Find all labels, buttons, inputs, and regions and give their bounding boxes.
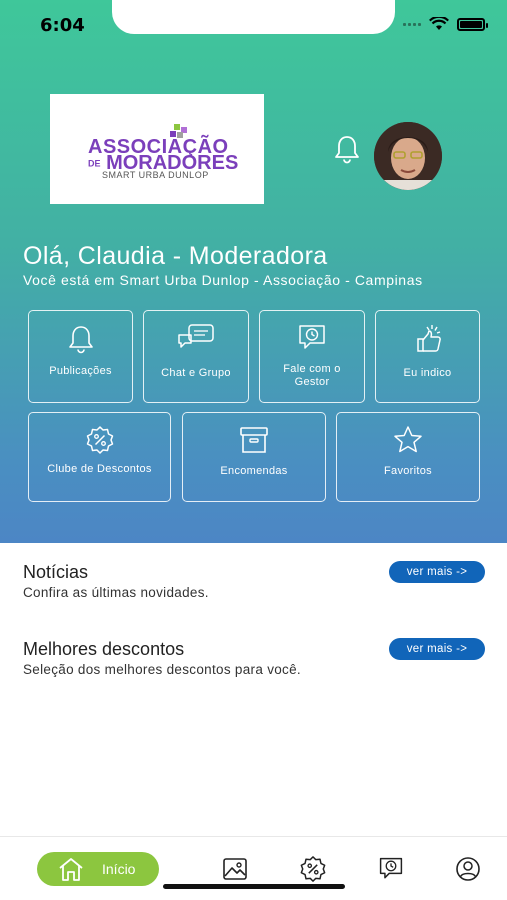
news-see-more-button[interactable]: ver mais ->	[389, 561, 485, 583]
nav-home-label: Início	[102, 861, 136, 877]
location-text: Você está em Smart Urba Dunlop - Associa…	[23, 272, 423, 288]
home-icon	[59, 858, 83, 881]
logo-line-2-prefix: DE	[88, 158, 101, 169]
status-icons	[403, 17, 488, 31]
tile-chat-e-grupo[interactable]: Chat e Grupo	[143, 310, 249, 403]
battery-icon	[457, 17, 488, 31]
nav-home-button[interactable]: Início	[37, 852, 159, 886]
discounts-subtitle: Seleção dos melhores descontos para você…	[23, 662, 301, 677]
header-hero: 6:04 ASSOCIAÇÃO DE MORADORES SMART URBA …	[0, 0, 507, 543]
status-bar: 6:04	[0, 0, 507, 48]
tile-eu-indico[interactable]: Eu indico	[375, 310, 480, 403]
bottom-nav: Início	[0, 836, 507, 900]
tile-label: Eu indico	[403, 367, 452, 379]
discount-badge-icon[interactable]	[299, 855, 327, 883]
image-icon[interactable]	[222, 856, 248, 882]
bell-icon	[68, 326, 93, 354]
status-time: 6:04	[40, 15, 85, 36]
star-icon	[394, 426, 422, 453]
notifications-bell-icon[interactable]	[331, 133, 363, 165]
discounts-see-more-button[interactable]: ver mais ->	[389, 638, 485, 660]
association-logo: ASSOCIAÇÃO DE MORADORES SMART URBA DUNLO…	[50, 94, 264, 204]
tile-label: Clube de Descontos	[47, 463, 152, 475]
profile-icon[interactable]	[455, 856, 481, 882]
tile-label: Publicações	[49, 365, 112, 377]
tile-fale-com-o-gestor[interactable]: Fale com o Gestor	[259, 310, 365, 403]
signal-icon	[403, 22, 421, 26]
tile-label: Fale com o Gestor	[283, 363, 341, 388]
tile-favoritos[interactable]: Favoritos	[336, 412, 480, 502]
tile-publicacoes[interactable]: Publicações	[28, 310, 133, 403]
tile-label: Favoritos	[384, 465, 432, 477]
news-title: Notícias	[23, 562, 89, 582]
avatar[interactable]	[374, 122, 442, 190]
logo-line-3: SMART URBA DUNLOP	[102, 170, 209, 180]
discounts-section: Melhores descontos Seleção dos melhores …	[23, 639, 301, 677]
chat-icon	[178, 324, 214, 348]
thumbs-up-icon	[416, 325, 441, 352]
wifi-icon	[429, 17, 449, 30]
message-clock-icon	[299, 325, 325, 349]
tile-label: Encomendas	[220, 465, 288, 477]
home-indicator	[163, 884, 345, 889]
avatar-photo	[374, 122, 442, 190]
tile-encomendas[interactable]: Encomendas	[182, 412, 326, 502]
tile-label: Chat e Grupo	[161, 367, 231, 379]
message-clock-icon[interactable]	[377, 856, 405, 882]
notch	[112, 0, 395, 34]
discount-badge-icon	[86, 426, 113, 454]
discounts-title: Melhores descontos	[23, 639, 185, 659]
news-subtitle: Confira as últimas novidades.	[23, 585, 209, 600]
package-box-icon	[240, 427, 268, 453]
greeting-title: Olá, Claudia - Moderadora	[23, 242, 328, 270]
news-section: Notícias Confira as últimas novidades.	[23, 562, 209, 600]
tile-clube-de-descontos[interactable]: Clube de Descontos	[28, 412, 171, 502]
